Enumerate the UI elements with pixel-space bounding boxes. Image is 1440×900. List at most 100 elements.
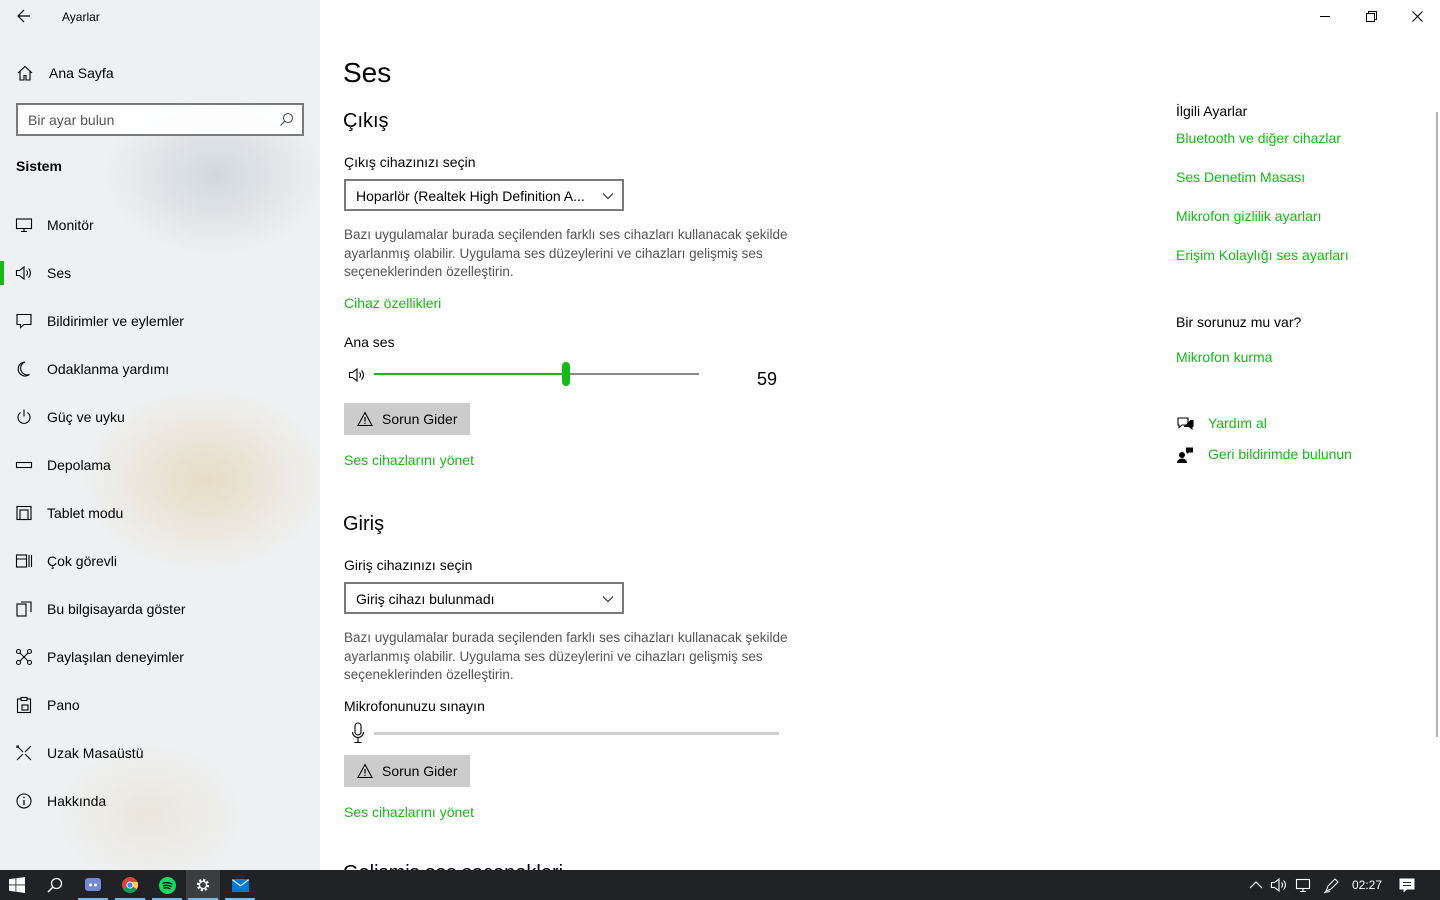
sidebar-item-about[interactable]: Hakkında bbox=[0, 781, 320, 821]
close-icon bbox=[1411, 10, 1423, 22]
input-heading: Giriş bbox=[343, 513, 385, 535]
sidebar-item-sound[interactable]: Ses bbox=[0, 253, 320, 293]
spotify-icon bbox=[158, 876, 176, 894]
action-center-icon[interactable] bbox=[1398, 876, 1416, 894]
multitask-icon bbox=[15, 554, 33, 568]
input-device-dropdown[interactable]: Giriş cihazı bulunmadı bbox=[344, 582, 624, 614]
output-heading: Çıkış bbox=[343, 110, 389, 132]
sidebar-item-project[interactable]: Bu bilgisayarda göster bbox=[0, 589, 320, 629]
ease-of-access-audio-link[interactable]: Erişim Kolaylığı ses ayarları bbox=[1176, 247, 1349, 263]
back-button[interactable] bbox=[10, 4, 38, 28]
chevron-down-icon bbox=[602, 193, 614, 200]
sidebar-item-label: Güç ve uyku bbox=[47, 409, 125, 425]
scrollbar[interactable] bbox=[1436, 112, 1438, 737]
restore-button[interactable] bbox=[1348, 0, 1394, 32]
sidebar-item-shared-experiences[interactable]: Paylaşılan deneyimler bbox=[0, 637, 320, 677]
sidebar-item-focus-assist[interactable]: Odaklanma yardımı bbox=[0, 349, 320, 389]
mic-level-meter bbox=[374, 732, 779, 735]
taskbar-clock[interactable]: 02:27 bbox=[1352, 878, 1382, 892]
test-mic-label: Mikrofonunuzu sınayın bbox=[344, 698, 485, 714]
master-volume-label: Ana ses bbox=[344, 334, 395, 350]
sidebar-item-label: Tablet modu bbox=[47, 505, 124, 521]
sidebar-item-label: Depolama bbox=[47, 457, 111, 473]
input-troubleshoot-button[interactable]: Sorun Gider bbox=[344, 755, 470, 787]
taskbar-spotify[interactable] bbox=[150, 870, 184, 900]
start-button[interactable] bbox=[0, 870, 34, 900]
output-troubleshoot-button[interactable]: Sorun Gider bbox=[344, 403, 470, 435]
minimize-button[interactable] bbox=[1302, 0, 1348, 32]
output-device-dropdown[interactable]: Hoparlör (Realtek High Definition A... bbox=[344, 179, 624, 211]
chevron-up-icon[interactable] bbox=[1247, 876, 1265, 894]
taskbar-discord[interactable] bbox=[76, 870, 110, 900]
sidebar-item-clipboard[interactable]: Pano bbox=[0, 685, 320, 725]
sidebar-item-monitor[interactable]: Monitör bbox=[0, 205, 320, 245]
sidebar-item-label: Uzak Masaüstü bbox=[47, 745, 144, 761]
bluetooth-devices-link[interactable]: Bluetooth ve diğer cihazlar bbox=[1176, 130, 1341, 146]
sidebar-item-label: Paylaşılan deneyimler bbox=[47, 649, 184, 665]
sidebar-item-multitasking[interactable]: Çok görevli bbox=[0, 541, 320, 581]
sidebar: Ayarlar Ana Sayfa Sistem Monitör Ses Bil… bbox=[0, 0, 320, 870]
input-device-label: Giriş cihazınızı seçin bbox=[344, 557, 473, 573]
related-settings-title: İlgili Ayarlar bbox=[1176, 103, 1248, 119]
volume-tray-icon[interactable] bbox=[1270, 876, 1288, 894]
search-input[interactable] bbox=[18, 105, 268, 134]
sidebar-item-label: Bu bilgisayarda göster bbox=[47, 601, 186, 617]
sidebar-item-notifications[interactable]: Bildirimler ve eylemler bbox=[0, 301, 320, 341]
taskbar-search-button[interactable] bbox=[38, 870, 72, 900]
remote-desktop-icon bbox=[16, 745, 32, 761]
sidebar-item-label: Monitör bbox=[47, 217, 94, 233]
mic-privacy-link[interactable]: Mikrofon gizlilik ayarları bbox=[1176, 208, 1321, 224]
get-help-link[interactable]: Yardım al bbox=[1176, 413, 1426, 435]
app-title: Ayarlar bbox=[62, 10, 100, 24]
device-properties-link[interactable]: Cihaz özellikleri bbox=[344, 295, 441, 311]
start-icon bbox=[9, 877, 25, 893]
master-volume-slider-row bbox=[344, 362, 794, 388]
output-device-value: Hoparlör (Realtek High Definition A... bbox=[356, 188, 585, 204]
back-arrow-icon bbox=[17, 9, 30, 23]
network-icon[interactable] bbox=[1295, 876, 1313, 894]
get-help-label: Yardım al bbox=[1208, 415, 1267, 431]
sidebar-home[interactable]: Ana Sayfa bbox=[0, 56, 320, 92]
volume-fill bbox=[374, 373, 566, 375]
search-icon[interactable] bbox=[279, 112, 294, 127]
input-description: Bazı uygulamalar burada seçilenden farkl… bbox=[344, 630, 788, 682]
taskbar-settings[interactable] bbox=[186, 870, 220, 900]
chevron-down-icon bbox=[602, 596, 614, 603]
shared-icon bbox=[15, 648, 33, 666]
speaker-icon[interactable] bbox=[348, 366, 366, 384]
sound-control-panel-link[interactable]: Ses Denetim Masası bbox=[1176, 169, 1305, 185]
sidebar-item-label: Bildirimler ve eylemler bbox=[47, 313, 184, 329]
setup-mic-link[interactable]: Mikrofon kurma bbox=[1176, 349, 1272, 365]
volume-thumb[interactable] bbox=[562, 362, 570, 386]
give-feedback-link[interactable]: Geri bildirimde bulunun bbox=[1176, 444, 1426, 466]
project-icon bbox=[16, 601, 32, 617]
taskbar-mail[interactable] bbox=[223, 870, 257, 900]
microphone-icon bbox=[351, 722, 365, 744]
sidebar-item-label: Ses bbox=[47, 265, 72, 281]
close-button[interactable] bbox=[1394, 0, 1440, 32]
power-icon bbox=[17, 409, 31, 424]
sidebar-item-power-sleep[interactable]: Güç ve uyku bbox=[0, 397, 320, 437]
sidebar-item-tablet-mode[interactable]: Tablet modu bbox=[0, 493, 320, 533]
taskbar-chrome[interactable] bbox=[113, 870, 147, 900]
sidebar-section-title: Sistem bbox=[16, 158, 62, 174]
settings-search[interactable] bbox=[16, 103, 304, 136]
minimize-icon bbox=[1320, 16, 1330, 17]
troubleshoot-label: Sorun Gider bbox=[382, 411, 458, 427]
monitor-icon bbox=[15, 218, 33, 233]
clipboard-icon bbox=[16, 696, 32, 714]
manage-input-devices-link[interactable]: Ses cihazlarını yönet bbox=[344, 804, 474, 820]
sidebar-item-remote-desktop[interactable]: Uzak Masaüstü bbox=[0, 733, 320, 773]
title-bar: Ayarlar bbox=[0, 0, 320, 32]
home-icon bbox=[17, 65, 33, 81]
warning-icon bbox=[357, 411, 373, 427]
manage-output-devices-link[interactable]: Ses cihazlarını yönet bbox=[344, 452, 474, 468]
troubleshoot-label: Sorun Gider bbox=[382, 763, 458, 779]
pen-workspace-icon[interactable] bbox=[1323, 876, 1341, 894]
volume-value: 59 bbox=[757, 369, 778, 389]
sidebar-item-storage[interactable]: Depolama bbox=[0, 445, 320, 485]
search-icon bbox=[47, 877, 63, 893]
master-volume-slider[interactable] bbox=[374, 362, 699, 386]
storage-icon bbox=[15, 461, 33, 469]
chrome-icon bbox=[122, 877, 138, 893]
